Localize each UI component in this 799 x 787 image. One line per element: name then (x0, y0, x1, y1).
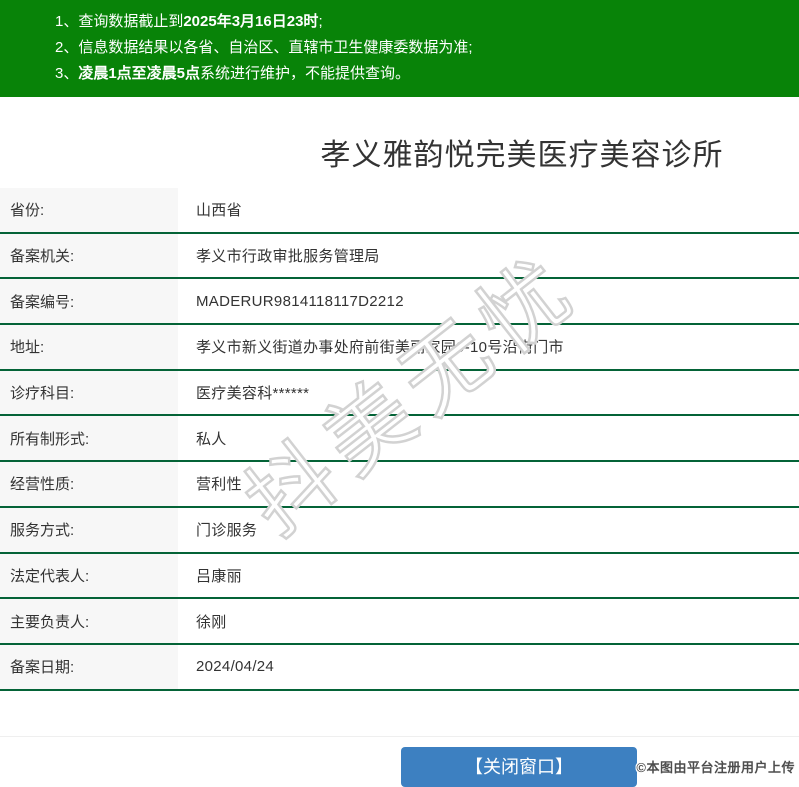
row-value: 孝义市行政审批服务管理局 (196, 248, 380, 266)
notice-banner: 1、查询数据截止到2025年3月16日23时; 2、信息数据结果以各省、自治区、… (0, 0, 799, 97)
notice-1-post: ; (318, 13, 323, 30)
notice-line-3: 3、凌晨1点至凌晨5点系统进行维护，不能提供查询。 (55, 61, 789, 87)
table-row: 主要负责人: 徐刚 (0, 599, 799, 645)
notice-line-2: 2、信息数据结果以各省、自治区、直辖市卫生健康委数据为准; (55, 35, 789, 61)
page-title: 孝义雅韵悦完美医疗美容诊所 (320, 139, 724, 172)
row-value: 营利性 (196, 476, 242, 494)
row-label: 地址: (0, 325, 178, 369)
table-row: 备案日期: 2024/04/24 (0, 644, 799, 691)
row-value: 山西省 (196, 202, 242, 220)
notice-1-pre: 1、查询数据截止到 (55, 13, 184, 30)
footer-divider (0, 736, 799, 737)
row-value: 医疗美容科****** (196, 385, 310, 403)
notice-line-1: 1、查询数据截止到2025年3月16日23时; (55, 9, 789, 35)
row-value: 私人 (196, 430, 227, 448)
row-value: 吕康丽 (196, 567, 242, 585)
row-label: 主要负责人: (0, 599, 178, 643)
table-row: 法定代表人: 吕康丽 (0, 553, 799, 600)
row-label: 备案日期: (0, 644, 178, 689)
row-value: 门诊服务 (196, 522, 258, 540)
row-value: 孝义市新义街道办事处府前街美丽家园9-10号沿街门市 (196, 339, 564, 357)
row-label: 诊疗科目: (0, 370, 178, 415)
row-value: MADERUR9814118117D2212 (196, 292, 404, 310)
row-label: 服务方式: (0, 507, 178, 552)
table-row: 服务方式: 门诊服务 (0, 507, 799, 554)
row-label: 经营性质: (0, 462, 178, 506)
notice-1-bold: 2025年3月16日23时 (183, 13, 319, 30)
close-window-button[interactable]: 【关闭窗口】 (401, 747, 637, 787)
notice-3-bold: 凌晨1点至凌晨5点 (78, 65, 201, 82)
table-row: 备案编号: MADERUR9814118117D2212 (0, 279, 799, 326)
notice-3-pre: 3、 (55, 65, 79, 82)
row-label: 所有制形式: (0, 416, 178, 461)
notice-3-post: 系统进行维护，不能提供查询。 (200, 65, 411, 82)
row-label: 备案机关: (0, 233, 178, 278)
table-row: 地址: 孝义市新义街道办事处府前街美丽家园9-10号沿街门市 (0, 325, 799, 371)
table-row: 经营性质: 营利性 (0, 462, 799, 508)
uploader-note: ©本图由平台注册用户上传 (636, 760, 795, 775)
row-value: 徐刚 (196, 613, 227, 631)
row-label: 省份: (0, 188, 178, 232)
table-row: 省份: 山西省 (0, 188, 799, 234)
info-table: 省份: 山西省 备案机关: 孝义市行政审批服务管理局 备案编号: MADERUR… (0, 188, 799, 691)
notice-2-pre: 2、信息数据结果以各省、自治区、直辖市卫生健康委数据为准; (55, 39, 473, 56)
table-row: 诊疗科目: 医疗美容科****** (0, 370, 799, 417)
table-row: 所有制形式: 私人 (0, 416, 799, 463)
table-row: 备案机关: 孝义市行政审批服务管理局 (0, 233, 799, 280)
row-value: 2024/04/24 (196, 658, 275, 676)
row-label: 法定代表人: (0, 553, 178, 598)
row-label: 备案编号: (0, 279, 178, 324)
